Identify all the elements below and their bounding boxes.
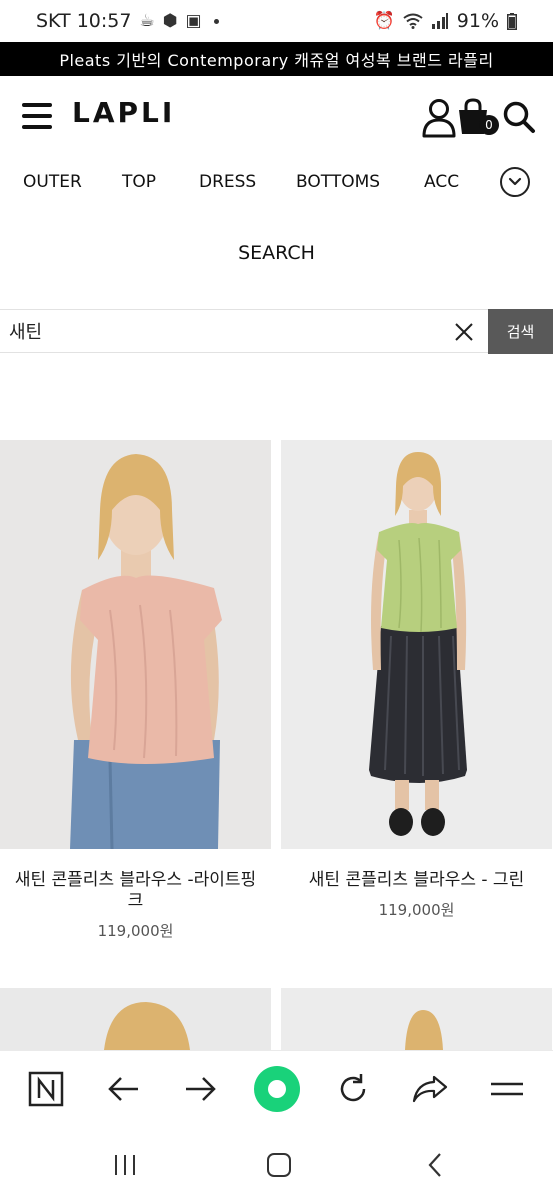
alarm-icon: ⏰ bbox=[373, 11, 395, 31]
category-dress[interactable]: DRESS bbox=[199, 172, 256, 192]
search-title: SEARCH bbox=[238, 242, 315, 264]
product-image[interactable] bbox=[0, 440, 271, 849]
product-name[interactable]: 새틴 콘플리츠 블라우스 - 그린 bbox=[281, 870, 552, 891]
user-icon[interactable] bbox=[422, 98, 456, 138]
search-icon[interactable] bbox=[502, 100, 536, 134]
product-photo-pink bbox=[0, 440, 271, 849]
home-icon bbox=[267, 1153, 291, 1177]
home-dot-icon bbox=[268, 1080, 286, 1098]
status-right: ⏰ 91% bbox=[374, 10, 517, 32]
cart-button[interactable]: 0 bbox=[456, 98, 499, 138]
category-nav: OUTER TOP DRESS BOTTOMS ACC bbox=[0, 158, 553, 206]
back-arrow-icon[interactable] bbox=[104, 1069, 144, 1109]
n-icon[interactable] bbox=[26, 1069, 66, 1109]
wifi-icon bbox=[403, 13, 423, 29]
browser-toolbar bbox=[0, 1050, 553, 1126]
product-name-line2[interactable]: 크 bbox=[0, 891, 271, 912]
banner-text: Pleats 기반의 Contemporary 캐쥬얼 여성복 브랜드 라플리 bbox=[59, 51, 494, 70]
cart-count-badge: 0 bbox=[479, 115, 499, 135]
notification-dot-icon bbox=[213, 18, 219, 24]
share-glyph bbox=[412, 1075, 448, 1103]
back-button[interactable] bbox=[418, 1148, 452, 1182]
forward-arrow-icon[interactable] bbox=[180, 1069, 220, 1109]
system-nav-bar bbox=[0, 1126, 553, 1200]
signal-icon bbox=[431, 13, 448, 29]
product-card-partial bbox=[0, 988, 271, 1050]
recent-apps-icon bbox=[115, 1155, 135, 1175]
site-header: LAPLI 0 bbox=[0, 76, 553, 158]
forward-arrow-glyph bbox=[186, 1077, 216, 1101]
status-time: SKT 10:57 bbox=[36, 10, 132, 32]
search-submit-button[interactable]: 검색 bbox=[488, 309, 553, 354]
hexagon-icon: ⬢ bbox=[162, 11, 178, 31]
product-photo-partial bbox=[281, 988, 552, 1050]
recent-apps-button[interactable] bbox=[108, 1148, 142, 1182]
close-icon[interactable] bbox=[452, 320, 476, 344]
category-bottoms[interactable]: BOTTOMS bbox=[296, 172, 380, 192]
back-arrow-glyph bbox=[108, 1077, 138, 1101]
battery-icon bbox=[507, 12, 517, 30]
menu-icon[interactable] bbox=[22, 103, 52, 129]
product-name[interactable]: 새틴 콘플리츠 블라우스 -라이트핑 bbox=[0, 870, 271, 891]
chevron-down-icon bbox=[508, 177, 522, 186]
menu-line bbox=[22, 125, 52, 129]
product-price: 119,000원 bbox=[378, 901, 455, 919]
category-top[interactable]: TOP bbox=[122, 172, 156, 192]
image-icon: ▣ bbox=[185, 11, 202, 31]
category-more-button[interactable] bbox=[500, 167, 530, 197]
category-outer[interactable]: OUTER bbox=[23, 172, 82, 192]
category-acc[interactable]: ACC bbox=[424, 172, 459, 192]
product-photo-green bbox=[281, 440, 552, 849]
home-button[interactable] bbox=[262, 1148, 296, 1182]
menu-lines-icon[interactable] bbox=[487, 1069, 527, 1109]
menu-line bbox=[22, 103, 52, 107]
product-image[interactable] bbox=[281, 440, 552, 849]
brand-logo[interactable]: LAPLI bbox=[72, 96, 175, 129]
menu-lines-glyph bbox=[491, 1082, 523, 1096]
product-price: 119,000원 bbox=[97, 922, 174, 940]
status-bar: SKT 10:57 ☕ ⬢ ▣ ⏰ 91% bbox=[0, 0, 553, 42]
product-card-partial bbox=[281, 988, 552, 1050]
product-image[interactable] bbox=[281, 988, 552, 1050]
browser-home-button[interactable] bbox=[254, 1066, 300, 1112]
coffee-icon: ☕ bbox=[139, 11, 155, 31]
search-bar: 검색 bbox=[0, 309, 553, 354]
status-left: SKT 10:57 ☕ ⬢ ▣ bbox=[36, 10, 219, 32]
refresh-glyph bbox=[340, 1074, 366, 1102]
back-chevron-icon bbox=[428, 1153, 441, 1177]
refresh-icon[interactable] bbox=[333, 1069, 373, 1109]
product-photo-partial bbox=[0, 988, 271, 1050]
menu-line bbox=[22, 114, 52, 118]
promo-banner: Pleats 기반의 Contemporary 캐쥬얼 여성복 브랜드 라플리 bbox=[0, 42, 553, 76]
n-glyph bbox=[28, 1071, 64, 1107]
battery-percent: 91% bbox=[456, 10, 499, 32]
search-input[interactable] bbox=[0, 310, 440, 352]
product-image[interactable] bbox=[0, 988, 271, 1050]
share-icon[interactable] bbox=[410, 1069, 450, 1109]
